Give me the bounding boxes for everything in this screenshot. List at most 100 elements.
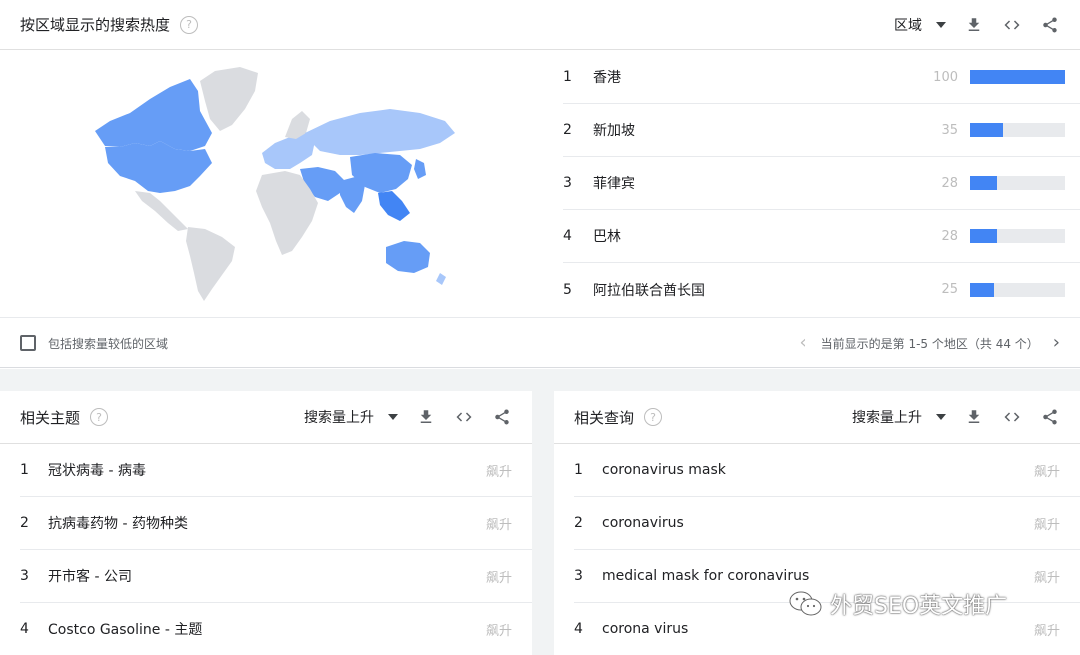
region-row[interactable]: 4 巴林 28 <box>563 210 1080 263</box>
region-value: 28 <box>941 175 958 191</box>
chevron-right-icon[interactable]: › <box>1053 334 1060 352</box>
queries-card-header: 相关查询 ? 搜索量上升 <box>554 391 1080 444</box>
region-row[interactable]: 2 新加坡 35 <box>563 104 1080 157</box>
region-bar <box>970 70 1065 84</box>
region-name[interactable]: 阿拉伯联合酋长国 <box>593 280 918 300</box>
region-bar-fill <box>970 70 1065 84</box>
caret-down-icon <box>936 414 946 420</box>
region-bar-fill <box>970 123 1004 137</box>
column-divider <box>532 391 554 655</box>
region-bar <box>970 176 1065 190</box>
item-text[interactable]: coronavirus <box>602 515 1034 531</box>
item-value: 飙升 <box>1033 570 1060 586</box>
download-icon[interactable] <box>964 407 984 427</box>
help-icon[interactable]: ? <box>90 408 109 426</box>
region-bar-fill <box>970 282 994 297</box>
section-divider <box>0 369 1080 391</box>
region-rank: 2 <box>563 122 572 138</box>
map-southeast-asia <box>378 191 410 221</box>
region-name[interactable]: 香港 <box>593 67 918 87</box>
list-item[interactable]: 2 抗病毒药物 - 药物种类 飙升 <box>20 497 532 550</box>
map-australia <box>386 241 430 273</box>
region-list: 1 香港 100 2 新加坡 35 3 菲律宾 28 4 巴林 28 5 阿拉伯… <box>563 51 1080 316</box>
embed-icon[interactable] <box>1002 15 1022 35</box>
region-value: 100 <box>933 69 958 85</box>
item-text[interactable]: 冠状病毒 - 病毒 <box>48 460 486 480</box>
item-text[interactable]: coronavirus mask <box>602 462 1034 478</box>
download-icon[interactable] <box>416 407 436 427</box>
list-item[interactable]: 1 coronavirus mask 飙升 <box>574 444 1080 497</box>
region-value: 35 <box>941 122 958 138</box>
help-icon[interactable]: ? <box>644 408 663 426</box>
region-rank: 4 <box>563 228 572 244</box>
region-rank: 3 <box>563 175 572 191</box>
topics-filter-dropdown[interactable]: 搜索量上升 <box>304 407 398 427</box>
map-japan <box>414 159 426 179</box>
pager-text: 当前显示的是第 1-5 个地区（共 44 个） <box>820 336 1039 351</box>
queries-list: 1 coronavirus mask 飙升 2 coronavirus 飙升 3… <box>574 444 1080 655</box>
region-card-title: 按区域显示的搜索热度 <box>20 16 171 34</box>
topics-card-title: 相关主题 <box>20 408 81 427</box>
item-text[interactable]: corona virus <box>602 621 1034 637</box>
region-row[interactable]: 1 香港 100 <box>563 51 1080 104</box>
item-text[interactable]: Costco Gasoline - 主题 <box>48 619 486 639</box>
region-name[interactable]: 新加坡 <box>593 120 918 140</box>
embed-icon[interactable] <box>1002 407 1022 427</box>
item-rank: 4 <box>20 621 29 637</box>
list-item[interactable]: 2 coronavirus 飙升 <box>574 497 1080 550</box>
dropdown-label: 搜索量上升 <box>304 410 374 426</box>
list-item[interactable]: 3 开市客 - 公司 飙升 <box>20 550 532 603</box>
low-volume-label: 包括搜索量较低的区域 <box>48 336 169 351</box>
item-value: 飙升 <box>485 623 512 639</box>
item-value: 飙升 <box>1033 464 1060 480</box>
caret-down-icon <box>388 414 398 420</box>
item-value: 飙升 <box>1033 623 1060 639</box>
item-rank: 1 <box>574 462 583 478</box>
region-card-header: 按区域显示的搜索热度 ? 区域 <box>0 0 1080 50</box>
list-item[interactable]: 3 medical mask for coronavirus 飙升 <box>574 550 1080 603</box>
world-map[interactable] <box>0 51 548 316</box>
region-rank: 1 <box>563 69 572 85</box>
region-row[interactable]: 3 菲律宾 28 <box>563 157 1080 210</box>
region-card-tools: 区域 <box>894 15 1060 35</box>
region-row[interactable]: 5 阿拉伯联合酋长国 25 <box>563 263 1080 316</box>
pager: ‹ 当前显示的是第 1-5 个地区（共 44 个） › <box>799 334 1060 352</box>
embed-icon[interactable] <box>454 407 474 427</box>
item-text[interactable]: 抗病毒药物 - 药物种类 <box>48 513 486 533</box>
region-value: 25 <box>941 282 958 297</box>
list-item[interactable]: 1 冠状病毒 - 病毒 飙升 <box>20 444 532 497</box>
related-topics-card: 相关主题 ? 搜索量上升 1 冠状病毒 - 病毒 飙升 2 抗病毒药物 - 药物… <box>0 391 532 655</box>
item-text[interactable]: 开市客 - 公司 <box>48 566 486 586</box>
share-icon[interactable] <box>492 407 512 427</box>
dropdown-label: 区域 <box>894 17 922 34</box>
region-interest-card: 按区域显示的搜索热度 ? 区域 1 香港 100 2 新加坡 35 3 菲律宾 … <box>0 0 1080 368</box>
download-icon[interactable] <box>964 15 984 35</box>
queries-filter-dropdown[interactable]: 搜索量上升 <box>852 407 946 427</box>
region-card-footer: 包括搜索量较低的区域 ‹ 当前显示的是第 1-5 个地区（共 44 个） › <box>0 317 1080 368</box>
region-bar <box>970 123 1065 137</box>
map-russia <box>305 109 455 155</box>
list-item[interactable]: 4 corona virus 飙升 <box>574 603 1080 655</box>
list-item[interactable]: 4 Costco Gasoline - 主题 飙升 <box>20 603 532 655</box>
region-resolution-dropdown[interactable]: 区域 <box>894 15 946 35</box>
queries-card-tools: 搜索量上升 <box>852 407 1060 427</box>
item-value: 飙升 <box>1033 517 1060 533</box>
item-text[interactable]: medical mask for coronavirus <box>602 568 1034 584</box>
topics-card-header: 相关主题 ? 搜索量上升 <box>0 391 532 444</box>
world-map-svg <box>95 67 455 301</box>
low-volume-checkbox[interactable] <box>20 335 36 351</box>
map-greenland <box>200 67 258 131</box>
region-name[interactable]: 菲律宾 <box>593 173 918 193</box>
share-icon[interactable] <box>1040 407 1060 427</box>
share-icon[interactable] <box>1040 15 1060 35</box>
region-name[interactable]: 巴林 <box>593 226 918 246</box>
caret-down-icon <box>936 21 946 28</box>
map-canada <box>95 79 212 151</box>
dropdown-label: 搜索量上升 <box>852 410 922 426</box>
help-icon[interactable]: ? <box>180 15 199 34</box>
map-south-america <box>186 227 235 301</box>
item-rank: 2 <box>574 515 583 531</box>
topics-list: 1 冠状病毒 - 病毒 飙升 2 抗病毒药物 - 药物种类 飙升 3 开市客 -… <box>20 444 532 655</box>
related-queries-card: 相关查询 ? 搜索量上升 1 coronavirus mask 飙升 2 cor… <box>554 391 1080 655</box>
chevron-left-icon[interactable]: ‹ <box>799 334 806 352</box>
